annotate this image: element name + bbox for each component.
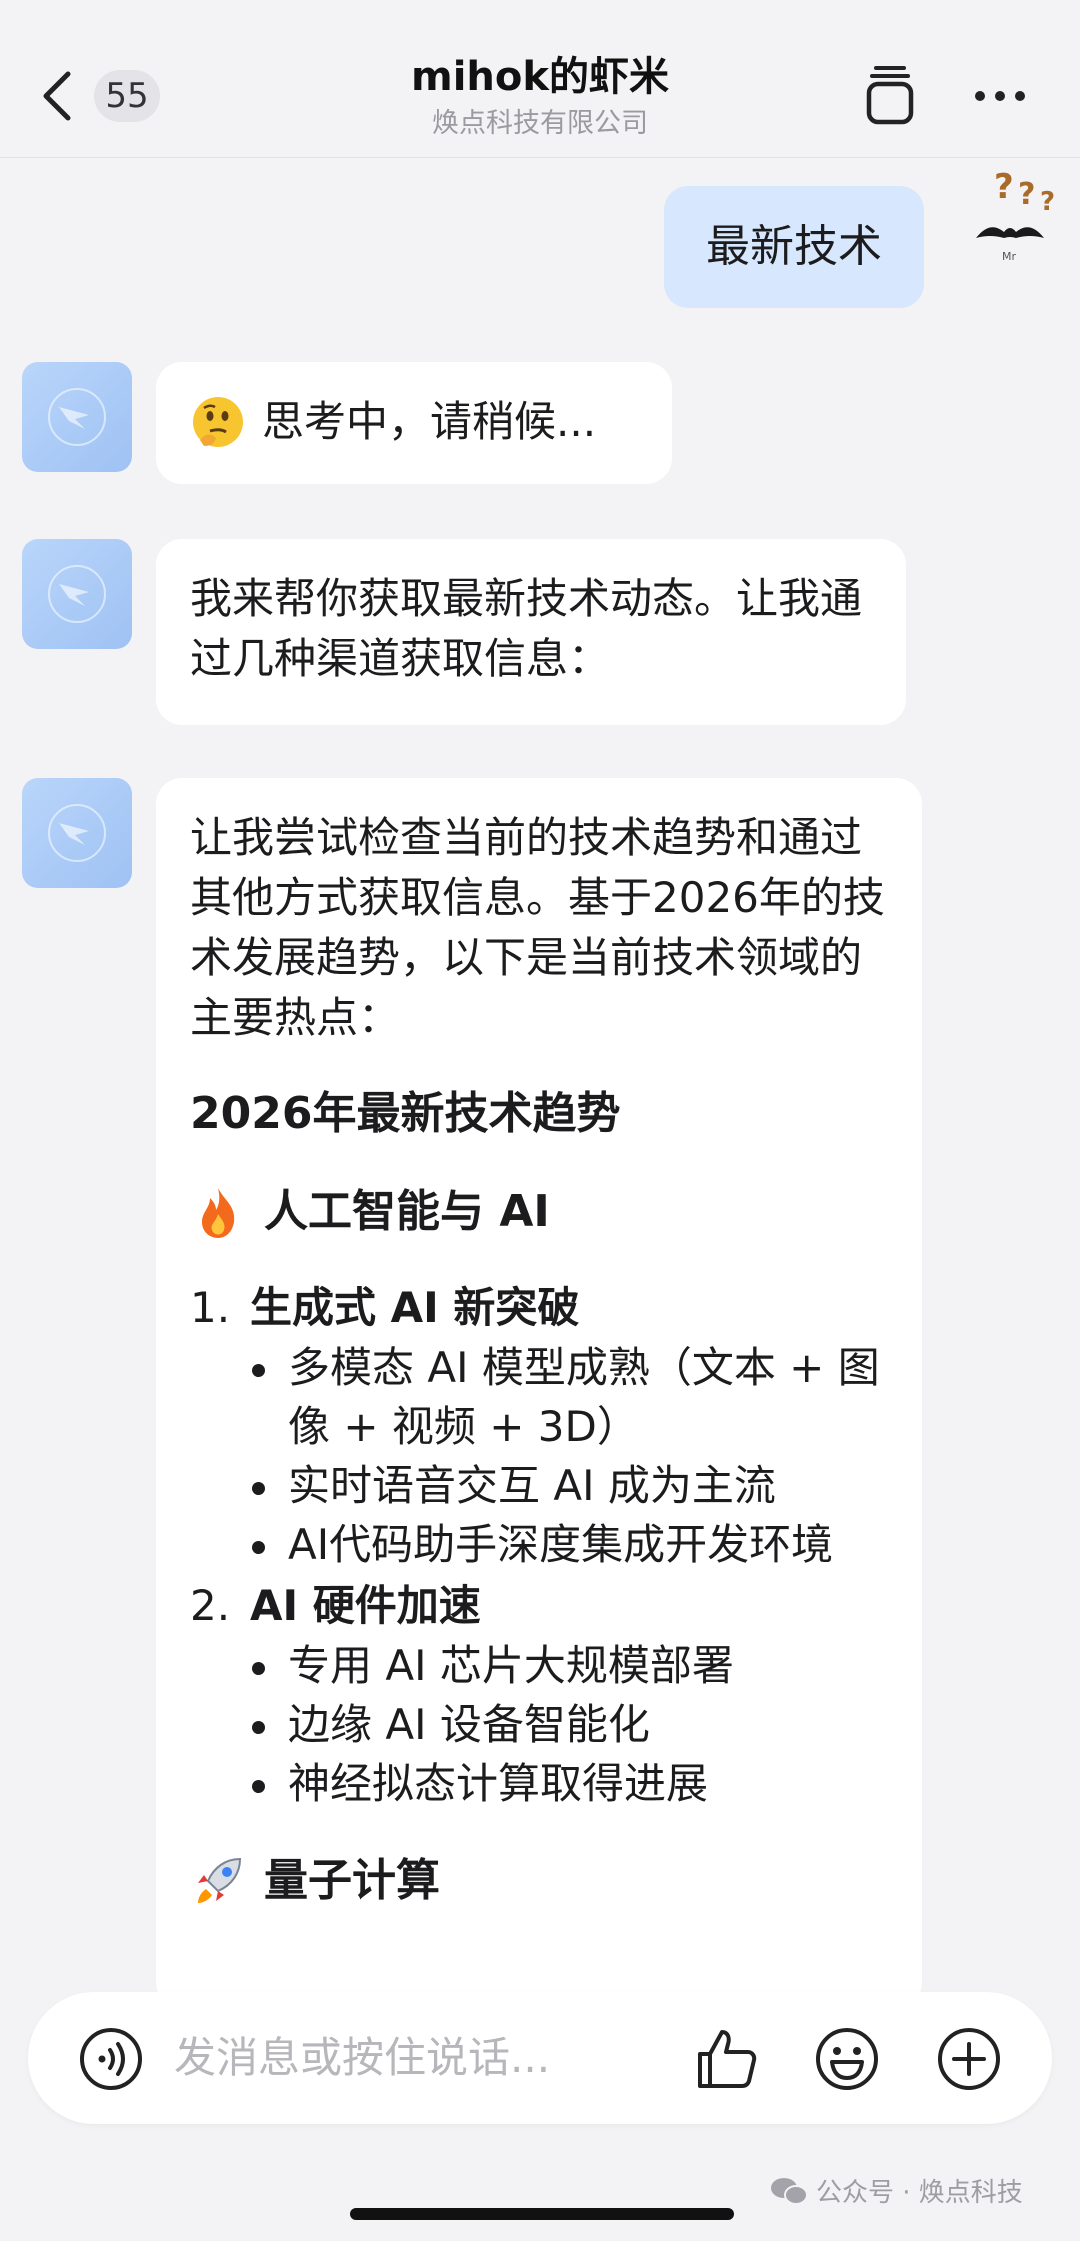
bullet-item: 多模态 AI 模型成熟（文本 + 图像 + 视频 + 3D） bbox=[250, 1338, 886, 1456]
section-quantum: 量子计算 bbox=[190, 1851, 886, 1911]
list-number: 1. bbox=[190, 1283, 231, 1332]
watermark: 公众号 · 焕点科技 bbox=[770, 2172, 1023, 2209]
bot-reply-bubble[interactable]: 我来帮你获取最新技术动态。让我通过几种渠道获取信息： bbox=[156, 539, 906, 725]
title-block: mihok的虾米 焕点科技有限公司 bbox=[0, 52, 1080, 144]
section-quantum-title: 量子计算 bbox=[264, 1855, 440, 1906]
bot-avatar[interactable] bbox=[22, 362, 132, 472]
voice-input-icon[interactable] bbox=[78, 2026, 144, 2092]
emoji-icon[interactable] bbox=[814, 2026, 880, 2092]
wechat-icon bbox=[771, 2177, 808, 2205]
bot-avatar[interactable] bbox=[22, 778, 132, 888]
list-item-title: AI 硬件加速 bbox=[250, 1581, 481, 1630]
bot-logo-icon bbox=[48, 804, 106, 862]
list-item: 1. 生成式 AI 新突破 多模态 AI 模型成熟（文本 + 图像 + 视频 +… bbox=[190, 1278, 886, 1574]
bullet-item: 实时语音交互 AI 成为主流 bbox=[250, 1456, 886, 1515]
fire-icon bbox=[202, 1188, 235, 1238]
svg-text:?: ? bbox=[994, 167, 1014, 207]
message-input[interactable]: 发消息或按住说话... bbox=[174, 2028, 550, 2088]
user-avatar-icon[interactable]: ? ? ? Mr bbox=[960, 158, 1080, 278]
thinking-text: 思考中，请稍候... bbox=[262, 397, 597, 446]
list-number: 2. bbox=[190, 1581, 231, 1630]
reply-intro: 让我尝试检查当前的技术趋势和通过其他方式获取信息。基于2026年的技术发展趋势，… bbox=[190, 813, 885, 1042]
watermark-text: 公众号 · 焕点科技 bbox=[816, 2178, 1023, 2208]
list-item: 2. AI 硬件加速 专用 AI 芯片大规模部署 边缘 AI 设备智能化 神经拟… bbox=[190, 1576, 886, 1813]
chat-title: mihok的虾米 bbox=[411, 54, 669, 100]
svg-text:?: ? bbox=[1040, 187, 1055, 217]
bot-logo-icon bbox=[48, 388, 106, 446]
home-indicator[interactable] bbox=[350, 2208, 734, 2220]
bullet-item: 神经拟态计算取得进展 bbox=[250, 1754, 886, 1813]
add-plus-icon[interactable] bbox=[936, 2026, 1002, 2092]
message-input-bar: 发消息或按住说话... bbox=[28, 1992, 1052, 2124]
thinking-bubble[interactable]: 思考中，请稍候... bbox=[156, 362, 672, 484]
thumbs-up-icon[interactable] bbox=[694, 2026, 760, 2092]
svg-text:?: ? bbox=[1018, 177, 1035, 212]
bullet-item: AI代码助手深度集成开发环境 bbox=[250, 1515, 886, 1574]
list-item-title: 生成式 AI 新突破 bbox=[250, 1283, 580, 1332]
section-ai: 人工智能与 AI bbox=[190, 1182, 886, 1242]
chat-subtitle: 焕点科技有限公司 bbox=[432, 108, 648, 139]
thinking-face-icon bbox=[193, 397, 243, 447]
reply-heading: 2026年最新技术趋势 bbox=[190, 1088, 621, 1139]
bot-avatar[interactable] bbox=[22, 539, 132, 649]
section-ai-title: 人工智能与 AI bbox=[264, 1186, 550, 1237]
bot-tech-trends-bubble[interactable]: 让我尝试检查当前的技术趋势和通过其他方式获取信息。基于2026年的技术发展趋势，… bbox=[156, 778, 922, 2008]
rocket-icon bbox=[198, 1857, 242, 1903]
copy-window-icon[interactable] bbox=[862, 62, 918, 126]
bullet-item: 专用 AI 芯片大规模部署 bbox=[250, 1636, 886, 1695]
user-message-bubble[interactable]: 最新技术 bbox=[664, 186, 924, 308]
svg-text:Mr: Mr bbox=[1002, 250, 1016, 263]
more-options-icon[interactable] bbox=[970, 62, 1030, 126]
bot-logo-icon bbox=[48, 565, 106, 623]
bullet-item: 边缘 AI 设备智能化 bbox=[250, 1695, 886, 1754]
chat-header: 55 mihok的虾米 焕点科技有限公司 bbox=[0, 0, 1080, 158]
